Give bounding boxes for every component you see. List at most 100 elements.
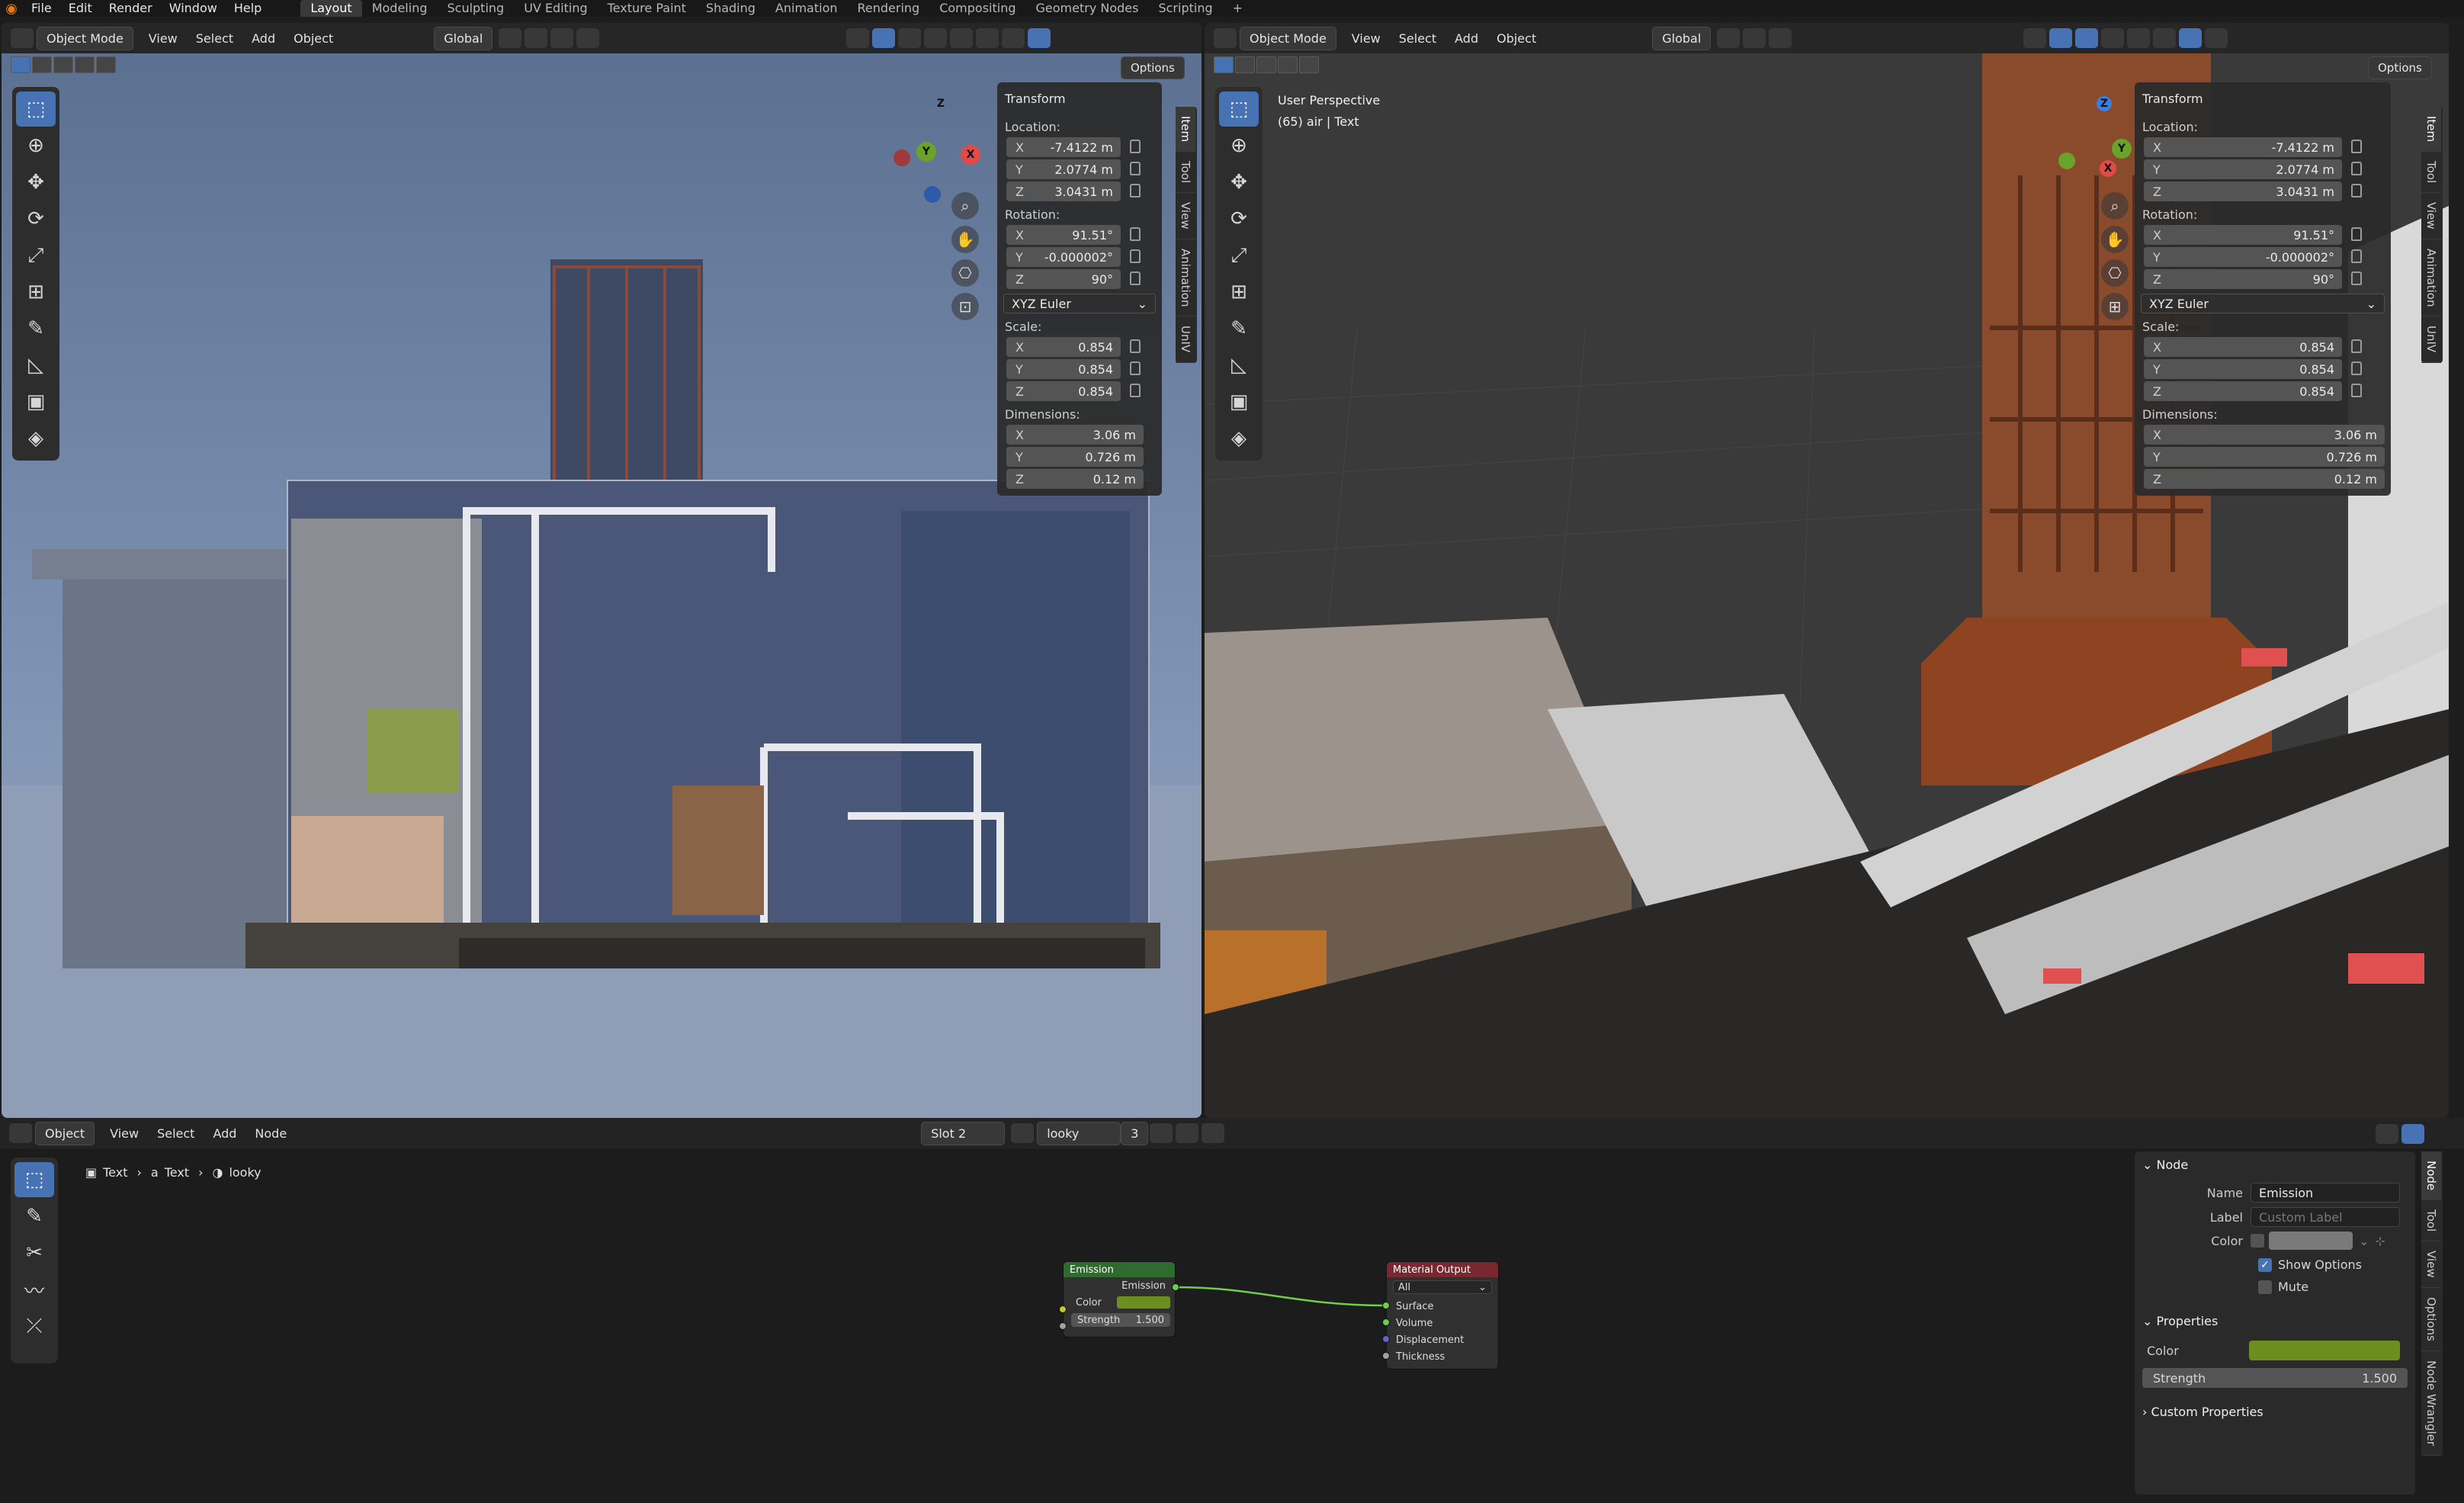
rotation-mode-dropdown[interactable]: XYZ Euler ⌄ bbox=[1003, 294, 1156, 313]
pivot-icon[interactable] bbox=[499, 28, 522, 48]
menu-select[interactable]: Select bbox=[1390, 31, 1445, 46]
tab-view[interactable]: View bbox=[2421, 193, 2441, 239]
menu-add[interactable]: Add bbox=[242, 31, 284, 46]
lock-icon[interactable] bbox=[2351, 162, 2362, 175]
menu-file[interactable]: File bbox=[23, 0, 60, 17]
show-options-checkbox[interactable]: ✓ bbox=[2258, 1257, 2272, 1272]
tab-animation[interactable]: Animation bbox=[2421, 239, 2441, 317]
tab-node-wrangler[interactable]: Node Wrangler bbox=[2421, 1351, 2441, 1456]
lock-icon[interactable] bbox=[2351, 384, 2362, 397]
transform-title[interactable]: Transform bbox=[2141, 87, 2385, 114]
scale-z-field[interactable]: Z 0.854 bbox=[1006, 381, 1141, 401]
node-section-header[interactable]: ⌄ Node bbox=[2142, 1158, 2408, 1172]
node-name-field[interactable]: Emission bbox=[2251, 1183, 2400, 1203]
shading-rendered-icon[interactable] bbox=[1028, 28, 1051, 48]
select-new-icon[interactable] bbox=[1214, 56, 1234, 73]
volume-socket[interactable] bbox=[1382, 1318, 1390, 1326]
scale-y-field[interactable]: Y 0.854 bbox=[2144, 359, 2362, 379]
tab-modeling[interactable]: Modeling bbox=[362, 0, 438, 17]
select-extend-icon[interactable] bbox=[32, 56, 52, 73]
dimensions-x-field[interactable]: X 3.06 m bbox=[2144, 425, 2385, 445]
select-box-icon[interactable]: ⬚ bbox=[1219, 92, 1259, 127]
tab-tool[interactable]: Tool bbox=[1176, 152, 1195, 194]
tab-layout[interactable]: Layout bbox=[300, 0, 362, 17]
dimensions-y-field[interactable]: Y 0.726 m bbox=[1006, 447, 1144, 467]
surface-socket[interactable] bbox=[1382, 1302, 1390, 1309]
lock-icon[interactable] bbox=[2351, 361, 2362, 375]
editor-type-icon[interactable] bbox=[11, 28, 34, 48]
rotation-mode-dropdown[interactable]: XYZ Euler ⌄ bbox=[2141, 294, 2385, 313]
menu-select[interactable]: Select bbox=[187, 31, 242, 46]
scale-x-field[interactable]: X 0.854 bbox=[2144, 337, 2362, 357]
shading-rendered-icon[interactable] bbox=[2205, 28, 2228, 48]
location-x-field[interactable]: X -7.4122 m bbox=[1006, 137, 1141, 157]
tab-animation[interactable]: Animation bbox=[765, 0, 848, 17]
options-dropdown[interactable]: Options bbox=[1121, 56, 1185, 79]
emission-node-header[interactable]: Emission bbox=[1064, 1262, 1175, 1277]
uv-tool-icon[interactable]: ◈ bbox=[16, 421, 56, 456]
measure-icon[interactable]: ◺ bbox=[16, 348, 56, 383]
annotate-icon[interactable]: ✎ bbox=[16, 311, 56, 346]
tab-rendering[interactable]: Rendering bbox=[848, 0, 930, 17]
tab-node[interactable]: Node bbox=[2421, 1151, 2441, 1201]
add-cube-icon[interactable]: ▣ bbox=[16, 384, 56, 419]
menu-add[interactable]: Add bbox=[1445, 31, 1487, 46]
location-y-field[interactable]: Y 2.0774 m bbox=[1006, 159, 1141, 179]
select-box-icon[interactable]: ⬚ bbox=[16, 92, 56, 127]
tab-item[interactable]: Item bbox=[1176, 107, 1195, 153]
lock-icon[interactable] bbox=[2351, 271, 2362, 285]
location-x-field[interactable]: X -7.4122 m bbox=[2144, 137, 2362, 157]
ortho-grid-icon[interactable]: ⊞ bbox=[2101, 293, 2129, 320]
gizmo-toggle-icon[interactable] bbox=[2049, 28, 2073, 48]
scale-x-field[interactable]: X 0.854 bbox=[1006, 337, 1141, 357]
tab-tool[interactable]: Tool bbox=[2421, 1200, 2441, 1242]
transform-icon[interactable]: ⊞ bbox=[16, 275, 56, 310]
scale-z-field[interactable]: Z 0.854 bbox=[2144, 381, 2362, 401]
shading-material-icon[interactable] bbox=[1002, 28, 1025, 48]
visibility-icon[interactable] bbox=[846, 28, 870, 48]
emission-strength-slider[interactable]: Strength 1.500 bbox=[2142, 1368, 2408, 1388]
location-z-field[interactable]: Z 3.0431 m bbox=[1006, 181, 1141, 201]
snap-icon[interactable] bbox=[525, 28, 548, 48]
lock-camera-icon[interactable]: ⊡ bbox=[951, 293, 979, 320]
camera-icon[interactable]: ⎔ bbox=[2101, 259, 2129, 287]
tab-univ[interactable]: UnIV bbox=[2421, 316, 2441, 363]
lock-icon[interactable] bbox=[1130, 184, 1141, 198]
camera-icon[interactable]: ⎔ bbox=[951, 259, 979, 287]
emission-strength-field[interactable]: Strength 1.500 bbox=[1071, 1313, 1170, 1327]
add-workspace-button[interactable]: + bbox=[1223, 0, 1253, 17]
viewport-right[interactable]: Object Mode View Select Add Object Globa… bbox=[1205, 23, 2449, 1118]
lock-icon[interactable] bbox=[1130, 249, 1141, 263]
select-intersect-icon[interactable] bbox=[1299, 56, 1319, 73]
editor-type-icon[interactable] bbox=[1214, 28, 1237, 48]
lock-icon[interactable] bbox=[1130, 271, 1141, 285]
lock-icon[interactable] bbox=[2351, 249, 2362, 263]
pan-hand-icon[interactable]: ✋ bbox=[2101, 226, 2129, 253]
tab-shading[interactable]: Shading bbox=[696, 0, 765, 17]
xray-icon[interactable] bbox=[2101, 28, 2125, 48]
visibility-icon[interactable] bbox=[2023, 28, 2047, 48]
overlay-icon[interactable] bbox=[2401, 1124, 2424, 1144]
thickness-socket[interactable] bbox=[1382, 1352, 1390, 1360]
scale-icon[interactable]: ⤢ bbox=[1219, 238, 1259, 273]
snapping-icon[interactable] bbox=[2376, 1124, 2398, 1144]
pan-hand-icon[interactable]: ✋ bbox=[951, 226, 979, 253]
rotate-icon[interactable]: ⟳ bbox=[16, 201, 56, 236]
emission-color-field[interactable] bbox=[2249, 1341, 2400, 1360]
emission-node[interactable]: Emission Emission Color Strength 1.500 bbox=[1063, 1261, 1176, 1338]
lock-icon[interactable] bbox=[1130, 361, 1141, 375]
dimensions-y-field[interactable]: Y 0.726 m bbox=[2144, 447, 2385, 467]
tab-univ[interactable]: UnIV bbox=[1176, 316, 1195, 363]
rotation-z-field[interactable]: Z 90° bbox=[2144, 269, 2362, 289]
rotation-z-field[interactable]: Z 90° bbox=[1006, 269, 1141, 289]
select-invert-icon[interactable] bbox=[75, 56, 95, 73]
object-mode-dropdown[interactable]: Object Mode bbox=[37, 26, 133, 50]
dimensions-z-field[interactable]: Z 0.12 m bbox=[1006, 469, 1144, 489]
scale-y-field[interactable]: Y 0.854 bbox=[1006, 359, 1141, 379]
tab-animation[interactable]: Animation bbox=[1176, 239, 1195, 317]
lock-icon[interactable] bbox=[1130, 227, 1141, 241]
object-mode-dropdown[interactable]: Object Mode bbox=[1240, 26, 1336, 50]
strength-input-socket[interactable] bbox=[1059, 1322, 1067, 1330]
xray-icon[interactable] bbox=[924, 28, 948, 48]
orientation-dropdown[interactable]: Global bbox=[1652, 26, 1712, 50]
